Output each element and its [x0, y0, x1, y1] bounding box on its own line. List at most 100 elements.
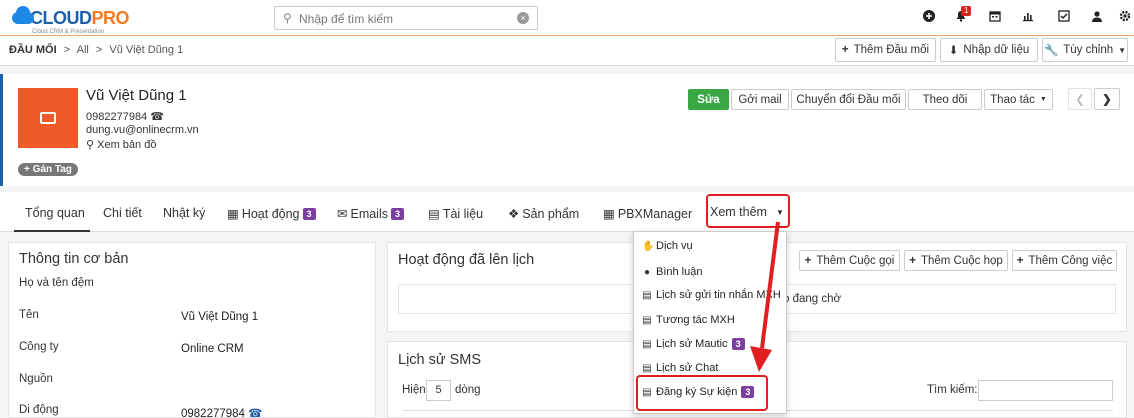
field-label-mobile: Di động [19, 404, 59, 416]
envelope-icon: ✉ [337, 207, 348, 221]
assign-tag-button[interactable]: + Gán Tag [18, 163, 78, 176]
send-mail-button[interactable]: Gởi mail [731, 89, 789, 110]
rows-label: dòng [455, 384, 481, 396]
tab-documents[interactable]: ▤ Tài liệu [428, 206, 483, 222]
logo-subtitle: Cloud CRM & Presentation [32, 29, 105, 35]
document-icon: ▤ [642, 338, 652, 350]
breadcrumb: ĐẦU MỐI > All > Vũ Việt Dũng 1 [9, 44, 184, 56]
scheduled-empty-text: o đang chờ [783, 293, 842, 305]
breadcrumb-all[interactable]: All [77, 44, 89, 56]
menu-item-mautic-history[interactable]: ▤ Lịch sử Mautic 3 [642, 338, 745, 350]
field-value-mobile[interactable]: 0982277984 ☎ [181, 406, 263, 418]
plus-icon: + [804, 254, 812, 267]
id-card-icon [40, 112, 56, 124]
phone-icon: ☎ [248, 408, 263, 418]
document-icon: ▤ [642, 314, 652, 326]
document-icon: ▤ [428, 207, 440, 221]
chevron-down-icon: ▼ [1118, 45, 1127, 55]
customize-button[interactable]: 🔧 Tùy chỉnh ▼ [1042, 38, 1128, 62]
import-button[interactable]: ⬇ Nhập dữ liệu [940, 38, 1038, 62]
app-logo[interactable]: CLOUDPRO Cloud CRM & Presentation [8, 6, 130, 35]
menu-item-chat-history[interactable]: ▤ Lịch sử Chat [642, 362, 718, 374]
scheduled-activities-title: Hoạt động đã lên lịch [398, 252, 535, 268]
annotation-arrow [750, 221, 780, 372]
sms-history-title: Lịch sử SMS [398, 352, 482, 368]
arrow-head [750, 346, 772, 372]
tab-emails[interactable]: ✉ Emails 3 [337, 206, 405, 221]
cubes-icon: ❖ [508, 207, 520, 221]
map-marker-icon: ⚲ [86, 139, 95, 151]
global-search[interactable]: ⚲ Nhập để tìm kiếm × [274, 6, 538, 30]
field-value-company: Online CRM [181, 343, 244, 355]
tab-products[interactable]: ❖ Sản phẩm [508, 206, 579, 222]
user-icon[interactable] [1089, 10, 1105, 26]
field-label-first-name: Tên [19, 309, 39, 321]
plus-icon: + [1016, 254, 1024, 267]
field-label-middle-name: Họ và tên đệm [19, 277, 94, 289]
phone-book-icon: ▦ [603, 207, 615, 221]
arrow-shaft [760, 221, 780, 349]
notification-badge: 1 [961, 6, 972, 16]
plus-icon: + [841, 44, 849, 56]
page-size-select[interactable]: 5 [426, 380, 451, 401]
tab-pbxmanager[interactable]: ▦ PBXManager [603, 206, 692, 222]
sms-search-input[interactable] [978, 380, 1113, 401]
activities-count-badge: 3 [302, 207, 316, 220]
follow-button[interactable]: Theo dõi [908, 89, 982, 110]
gear-icon[interactable] [1117, 10, 1133, 26]
chevron-left-icon: ❮ [1075, 94, 1085, 106]
tab-more[interactable]: Xem thêm ▼ [710, 205, 784, 219]
field-label-source: Nguồn [19, 373, 53, 385]
add-meeting-button[interactable]: + Thêm Cuộc họp [904, 250, 1008, 271]
cloud-icon [8, 6, 38, 26]
chart-icon[interactable] [1020, 10, 1036, 26]
bell-icon[interactable]: 1 [953, 6, 972, 26]
sms-search-label: Tìm kiếm: [927, 384, 978, 396]
prev-record-button[interactable]: ❮ [1068, 88, 1092, 110]
breadcrumb-module[interactable]: ĐẦU MỐI [9, 44, 57, 56]
record-name: Vũ Việt Dũng 1 [86, 87, 187, 104]
menu-item-comments[interactable]: ● Bình luận [642, 266, 703, 278]
add-lead-button[interactable]: + Thêm Đầu mối [835, 38, 936, 62]
calendar-icon: ▦ [227, 207, 239, 221]
field-label-company: Công ty [19, 341, 59, 353]
wrench-icon: 🔧 [1043, 45, 1059, 57]
basic-info-panel [8, 242, 376, 418]
event-registration-highlight [636, 375, 768, 411]
menu-item-social-interactions[interactable]: ▤ Tương tác MXH [642, 314, 735, 326]
logo-text: CLOUDPRO [30, 8, 130, 28]
download-icon: ⬇ [948, 45, 959, 57]
convert-lead-button[interactable]: Chuyển đổi Đầu mối [791, 89, 906, 110]
tab-details[interactable]: Chi tiết [103, 206, 142, 220]
document-icon: ▤ [642, 289, 652, 301]
task-check-icon[interactable] [1056, 10, 1072, 26]
document-icon: ▤ [642, 362, 652, 374]
add-call-button[interactable]: + Thêm Cuộc gọi [799, 250, 900, 271]
caret-down-icon: ▼ [1039, 96, 1047, 103]
comment-icon: ● [643, 266, 651, 278]
tab-history[interactable]: Nhật ký [163, 206, 205, 220]
show-entries-label: Hiện [402, 384, 426, 396]
add-task-button[interactable]: + Thêm Công việc [1012, 250, 1117, 271]
clear-search-icon[interactable]: × [517, 12, 529, 24]
tab-overview[interactable]: Tổng quan [25, 206, 85, 220]
next-record-button[interactable]: ❯ [1094, 88, 1120, 110]
active-tab-indicator [14, 230, 90, 232]
search-input[interactable]: Nhập để tìm kiếm [299, 12, 393, 26]
tab-activities[interactable]: ▦ Hoạt động 3 [227, 206, 316, 221]
lead-avatar [18, 88, 78, 148]
caret-down-icon: ▼ [775, 207, 784, 217]
calendar-icon[interactable] [987, 10, 1003, 26]
menu-item-services[interactable]: ✋ Dịch vụ [642, 240, 693, 252]
plus-icon: + [909, 254, 916, 267]
add-icon[interactable] [921, 10, 937, 26]
left-accent-bar [0, 74, 3, 186]
edit-button[interactable]: Sửa [688, 89, 729, 110]
record-email[interactable]: dung.vu@onlinecrm.vn [86, 124, 199, 136]
search-icon: ⚲ [283, 11, 292, 25]
hand-icon: ✋ [642, 240, 655, 252]
chevron-right-icon: ❯ [1102, 94, 1112, 106]
actions-dropdown[interactable]: Thao tác ▼ [984, 89, 1053, 110]
record-map-link[interactable]: ⚲ Xem bản đồ [86, 138, 156, 151]
record-phone[interactable]: 0982277984 ☎ [86, 110, 164, 123]
